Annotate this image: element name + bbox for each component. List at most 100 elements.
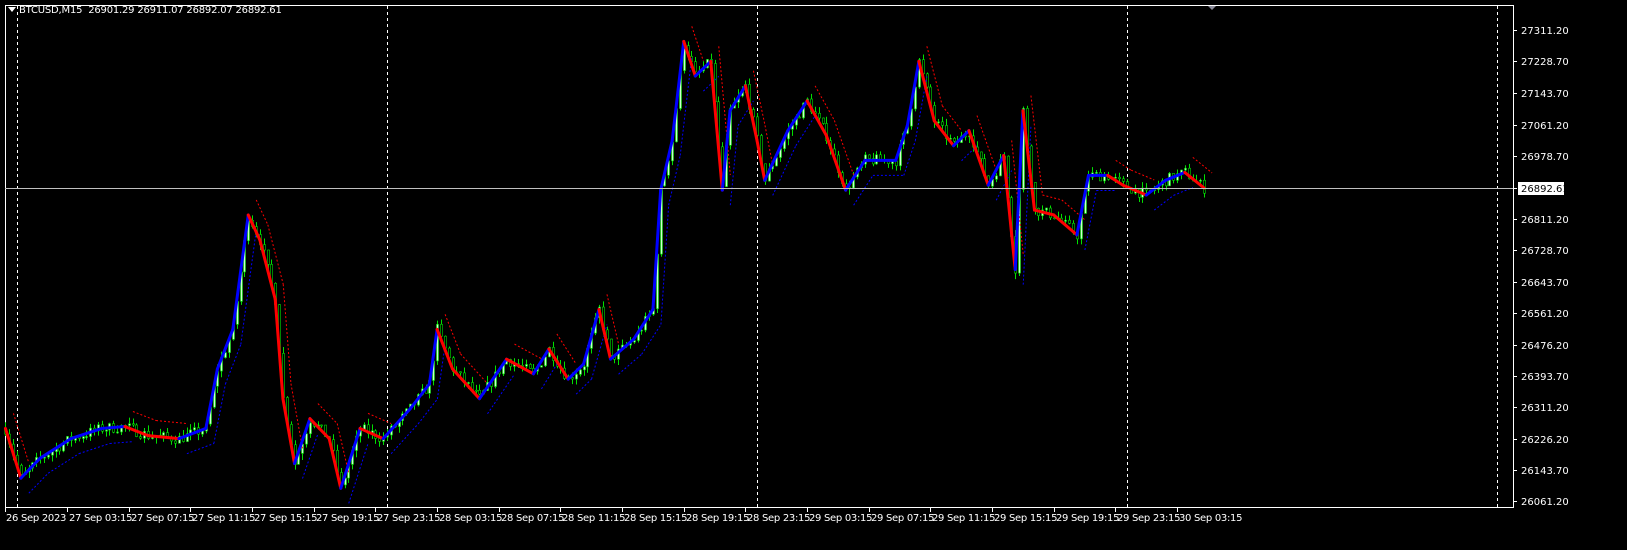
time-tick-label: 27 Sep 03:15 <box>69 513 132 524</box>
candle <box>305 433 308 445</box>
candle <box>478 390 481 395</box>
trend-stop-segment <box>109 441 133 444</box>
candle <box>1118 176 1121 180</box>
trend-stop-segment <box>679 56 693 156</box>
trend-stop-segment <box>132 411 157 421</box>
candle <box>105 429 108 432</box>
candle <box>193 427 196 431</box>
time-tick-label: 29 Sep 07:15 <box>871 513 934 524</box>
candle <box>868 154 871 159</box>
price-tick-label: 26561.20 <box>1521 309 1569 320</box>
trend-line-segment <box>905 59 921 128</box>
candle <box>818 113 821 119</box>
trend-stop-segment <box>444 314 461 355</box>
trend-line-segment <box>728 84 747 113</box>
trend-stop-segment <box>302 433 319 479</box>
trend-stop-segment <box>224 344 242 385</box>
candle <box>1045 207 1048 211</box>
trend-stop-segment <box>764 125 774 166</box>
candle <box>47 454 50 458</box>
candles <box>4 41 1206 489</box>
shift-marker-icon[interactable] <box>1208 6 1216 10</box>
candle <box>575 374 578 380</box>
trend-line-segment <box>100 425 127 430</box>
time-tick-label: 28 Sep 07:15 <box>501 513 564 524</box>
time-tick-label: 28 Sep 15:15 <box>624 513 687 524</box>
candle <box>953 138 956 142</box>
candle <box>263 244 266 251</box>
price-tick-label: 26643.70 <box>1521 278 1569 289</box>
trend-stop-segment <box>575 378 592 395</box>
price-tick-label: 27228.70 <box>1521 57 1569 68</box>
time-tick-label: 30 Sep 03:15 <box>1179 513 1242 524</box>
price-tick-label: 26143.70 <box>1521 466 1569 477</box>
time-tick-label: 29 Sep 03:15 <box>809 513 872 524</box>
trend-stop-segment <box>78 443 110 455</box>
candle <box>610 338 613 356</box>
trend-stop-segment <box>1115 159 1132 171</box>
trend-stop-segment <box>1042 194 1062 201</box>
candle <box>309 422 312 435</box>
trend-line-segment <box>327 437 343 490</box>
candle <box>378 438 381 442</box>
trend-line-segment <box>231 213 250 331</box>
candle <box>174 440 177 444</box>
trend-line-segment <box>659 138 674 192</box>
trend-stop-segment <box>1130 169 1155 181</box>
plot-frame <box>5 5 1514 508</box>
time-axis[interactable]: 26 Sep 2023 27 Sep 03:1527 Sep 07:1527 Se… <box>5 507 1243 524</box>
candle <box>116 431 119 434</box>
price-axis[interactable]: 27311.20 27228.70 27143.70 27061.20 26978.70… <box>1513 26 1569 508</box>
candle <box>58 447 61 452</box>
candle <box>267 249 270 265</box>
trend-stop-segment <box>903 140 916 176</box>
trend-line-segment <box>763 129 790 182</box>
candle <box>1064 219 1067 222</box>
candle <box>162 432 165 436</box>
candle <box>926 73 929 88</box>
candle <box>139 436 142 439</box>
candle <box>459 371 462 374</box>
candle <box>980 151 983 159</box>
trend-stop-segment <box>12 413 30 464</box>
dropdown-triangle-icon[interactable] <box>8 7 16 12</box>
time-tick-label: 27 Sep 07:15 <box>131 513 194 524</box>
time-tick-label: 29 Sep 15:15 <box>994 513 1057 524</box>
trend-stop-segment <box>668 155 681 206</box>
time-tick-label: 27 Sep 19:15 <box>316 513 379 524</box>
trend-line-segment <box>339 426 362 490</box>
candle <box>579 369 582 375</box>
chart-title: BTCUSD,M15 26901.29 26911.07 26892.07 26… <box>8 5 282 16</box>
trend-line-segment <box>743 84 759 142</box>
trend-stop-segment <box>941 105 962 131</box>
trend-line-segment <box>917 59 936 123</box>
trend-indicator <box>3 26 1213 504</box>
price-tick-label: 26061.20 <box>1521 497 1569 508</box>
trend-stop-segment <box>28 472 49 494</box>
time-tick-label: 27 Sep 23:15 <box>377 513 440 524</box>
time-tick-label: 28 Sep 19:15 <box>686 513 749 524</box>
trend-stop-segment <box>541 363 558 390</box>
price-chart[interactable]: 27311.20 27228.70 27143.70 27061.20 26978.70… <box>0 0 1627 550</box>
price-tick-label: 27311.20 <box>1521 26 1569 37</box>
candle <box>320 424 323 427</box>
trend-stop-segment <box>795 115 816 146</box>
price-tick-label: 26226.20 <box>1521 435 1569 446</box>
trend-stop-segment <box>155 420 187 425</box>
trend-stop-segment <box>556 333 577 365</box>
trend-line-segment <box>3 426 23 480</box>
candle <box>475 389 478 392</box>
price-tick-label: 27143.70 <box>1521 89 1569 100</box>
trend-stop-segment <box>186 443 215 455</box>
price-tick-label: 26978.70 <box>1521 152 1569 163</box>
time-tick-label: 29 Sep 11:15 <box>932 513 995 524</box>
trend-stop-segment <box>691 26 704 62</box>
trend-stop-segment <box>814 85 835 121</box>
time-tick-label: 29 Sep 23:15 <box>1117 513 1180 524</box>
candle <box>440 323 443 337</box>
trend-stop-segment <box>317 403 338 424</box>
candle <box>583 366 586 371</box>
trend-line-segment <box>547 347 570 381</box>
trend-stop-segment <box>417 398 438 425</box>
trend-line-segment <box>451 367 481 401</box>
